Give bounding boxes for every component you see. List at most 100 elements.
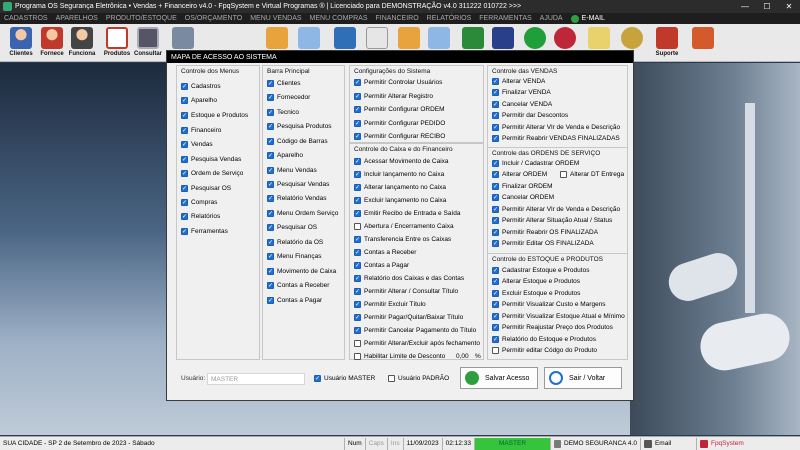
config-item[interactable]: ✓ Permitir Alterar Registro xyxy=(354,93,433,100)
menu-aparelhos[interactable]: APARELHOS xyxy=(52,15,102,22)
checkbox[interactable]: ✓ xyxy=(354,275,361,282)
caixa-item[interactable]: ✓ Permitir Excluir Título xyxy=(354,301,426,308)
menus-item[interactable]: ✓ Estoque e Produtos xyxy=(181,112,248,119)
checkbox[interactable]: ✓ xyxy=(267,138,274,145)
os-item[interactable]: ✓ Incluir / Cadastrar ORDEM xyxy=(492,160,579,167)
status-email[interactable]: Email xyxy=(641,437,697,450)
checkbox[interactable]: ✓ xyxy=(492,301,499,308)
barra-item[interactable]: ✓ Tecnico xyxy=(267,109,299,116)
checkbox[interactable]: ✓ xyxy=(314,375,321,382)
vendas-item[interactable]: ✓ Cancelar VENDA xyxy=(492,101,552,108)
checkbox[interactable]: ✓ xyxy=(181,170,188,177)
checkbox[interactable]: ✓ xyxy=(492,267,499,274)
checkbox[interactable]: ✓ xyxy=(267,167,274,174)
usuario-master-option[interactable]: ✓ Usuário MASTER xyxy=(314,375,375,382)
estoque-item[interactable]: ✓ Relatório do Estoque e Produtos xyxy=(492,336,596,343)
barra-item[interactable]: ✓ Clientes xyxy=(267,80,300,87)
checkbox[interactable]: ✓ xyxy=(181,97,188,104)
caixa-item[interactable]: ✓ Emitir Recibo de Entrada e Saída xyxy=(354,210,460,217)
desconto-value[interactable]: 0,00 xyxy=(456,353,469,360)
caixa-item[interactable]: Abertura / Encerramento Caixa xyxy=(354,223,454,230)
checkbox[interactable] xyxy=(388,375,395,382)
caixa-item[interactable]: ✓ Relatório dos Caixas e das Contas xyxy=(354,275,464,282)
menu-vendas[interactable]: MENU VENDAS xyxy=(246,15,305,22)
checkbox[interactable]: ✓ xyxy=(492,112,499,119)
toolbar-suporte-button[interactable]: Suporte xyxy=(652,25,682,59)
checkbox[interactable]: ✓ xyxy=(267,268,274,275)
checkbox[interactable]: ✓ xyxy=(492,290,499,297)
checkbox[interactable]: ✓ xyxy=(354,301,361,308)
checkbox[interactable]: ✓ xyxy=(492,206,499,213)
checkbox[interactable]: ✓ xyxy=(181,213,188,220)
checkbox[interactable]: ✓ xyxy=(492,135,499,142)
caixa-item[interactable]: ✓ Permitir Alterar / Consultar Título xyxy=(354,288,458,295)
caixa-item[interactable]: ✓ Permitir Cancelar Pagamento do Título xyxy=(354,327,476,334)
checkbox[interactable]: ✓ xyxy=(354,184,361,191)
menu-financeiro[interactable]: FINANCEIRO xyxy=(372,15,423,22)
os-item[interactable]: ✓ Permitir Alterar Vlr de Venda e Descriç… xyxy=(492,206,620,213)
barra-item[interactable]: ✓ Menu Finanças xyxy=(267,253,321,260)
menus-item[interactable]: ✓ Ordem de Serviço xyxy=(181,170,243,177)
checkbox[interactable]: ✓ xyxy=(181,199,188,206)
checkbox[interactable]: ✓ xyxy=(354,314,361,321)
menu-ferramentas[interactable]: FERRAMENTAS xyxy=(475,15,535,22)
menu-os-orcamento[interactable]: OS/ORÇAMENTO xyxy=(181,15,246,22)
os-alterar-dt-item[interactable]: Alterar DT Entrega xyxy=(560,171,624,178)
barra-item[interactable]: ✓ Contas a Receber xyxy=(267,282,329,289)
vendas-item[interactable]: ✓ Alterar VENDA xyxy=(492,78,545,85)
checkbox[interactable]: ✓ xyxy=(267,253,274,260)
vendas-item[interactable]: ✓ Permitir Alterar Vlr de Venda e Descriç… xyxy=(492,124,620,131)
checkbox[interactable]: ✓ xyxy=(354,288,361,295)
menu-ajuda[interactable]: AJUDA xyxy=(536,15,567,22)
checkbox[interactable]: ✓ xyxy=(267,297,274,304)
toolbar-consultar-button[interactable]: Consultar xyxy=(133,25,163,59)
vendas-item[interactable]: ✓ Permitir Reabrir VENDAS FINALIZADAS xyxy=(492,135,620,142)
checkbox[interactable]: ✓ xyxy=(354,93,361,100)
barra-item[interactable]: ✓ Código de Barras xyxy=(267,138,328,145)
menus-item[interactable]: ✓ Pesquisa Vendas xyxy=(181,156,241,163)
menus-item[interactable]: ✓ Ferramentas xyxy=(181,228,228,235)
menus-item[interactable]: ✓ Compras xyxy=(181,199,217,206)
salvar-acesso-button[interactable]: Salvar Acesso xyxy=(460,367,538,389)
caixa-item[interactable]: Habilitar Limite de Desconto xyxy=(354,353,445,360)
checkbox[interactable]: ✓ xyxy=(492,313,499,320)
caixa-item[interactable]: ✓ Contas a Receber xyxy=(354,249,416,256)
close-button[interactable]: ✕ xyxy=(778,0,800,13)
minimize-button[interactable]: — xyxy=(734,0,756,13)
checkbox[interactable]: ✓ xyxy=(181,112,188,119)
checkbox[interactable]: ✓ xyxy=(492,89,499,96)
checkbox[interactable]: ✓ xyxy=(492,160,499,167)
checkbox[interactable]: ✓ xyxy=(492,171,499,178)
caixa-item[interactable]: ✓ Transferencia Entre os Caixas xyxy=(354,236,451,243)
barra-item[interactable]: ✓ Movimento de Caixa xyxy=(267,268,336,275)
toolbar-clientes-button[interactable]: Clientes xyxy=(6,25,36,59)
barra-item[interactable]: ✓ Relatório da OS xyxy=(267,239,323,246)
menus-item[interactable]: ✓ Vendas xyxy=(181,141,213,148)
checkbox[interactable]: ✓ xyxy=(267,239,274,246)
caixa-item[interactable]: Permitir Alterar/Excluir após fechamento xyxy=(354,340,480,347)
menus-item[interactable]: ✓ Pesquisar OS xyxy=(181,185,231,192)
barra-item[interactable]: ✓ Menu Ordem Serviço xyxy=(267,210,338,217)
sair-voltar-button[interactable]: Sair / Voltar xyxy=(544,367,622,389)
checkbox[interactable] xyxy=(354,353,361,360)
checkbox[interactable]: ✓ xyxy=(354,236,361,243)
toolbar-funciona-button[interactable]: Funciona xyxy=(67,25,97,59)
checkbox[interactable]: ✓ xyxy=(492,101,499,108)
config-item[interactable]: ✓ Permitir Configurar RECIBO xyxy=(354,133,445,140)
os-item[interactable]: ✓ Permitir Reabrir OS FINALIZADA xyxy=(492,229,598,236)
menus-item[interactable]: ✓ Financeiro xyxy=(181,127,221,134)
checkbox[interactable]: ✓ xyxy=(267,80,274,87)
menu-email[interactable]: E-MAIL xyxy=(567,14,609,23)
checkbox[interactable]: ✓ xyxy=(354,133,361,140)
checkbox[interactable]: ✓ xyxy=(354,171,361,178)
checkbox[interactable]: ✓ xyxy=(181,127,188,134)
checkbox[interactable] xyxy=(354,223,361,230)
toolbar-fornece-button[interactable]: Fornece xyxy=(37,25,67,59)
estoque-item[interactable]: ✓ Cadastrar Estoque e Produtos xyxy=(492,267,589,274)
checkbox[interactable]: ✓ xyxy=(267,109,274,116)
barra-item[interactable]: ✓ Aparelho xyxy=(267,152,303,159)
checkbox[interactable]: ✓ xyxy=(492,217,499,224)
vendas-item[interactable]: ✓ Permitir dar Descontos xyxy=(492,112,568,119)
barra-item[interactable]: ✓ Pesquisar OS xyxy=(267,224,317,231)
caixa-item[interactable]: ✓ Incluir lançamento no Caixa xyxy=(354,171,444,178)
